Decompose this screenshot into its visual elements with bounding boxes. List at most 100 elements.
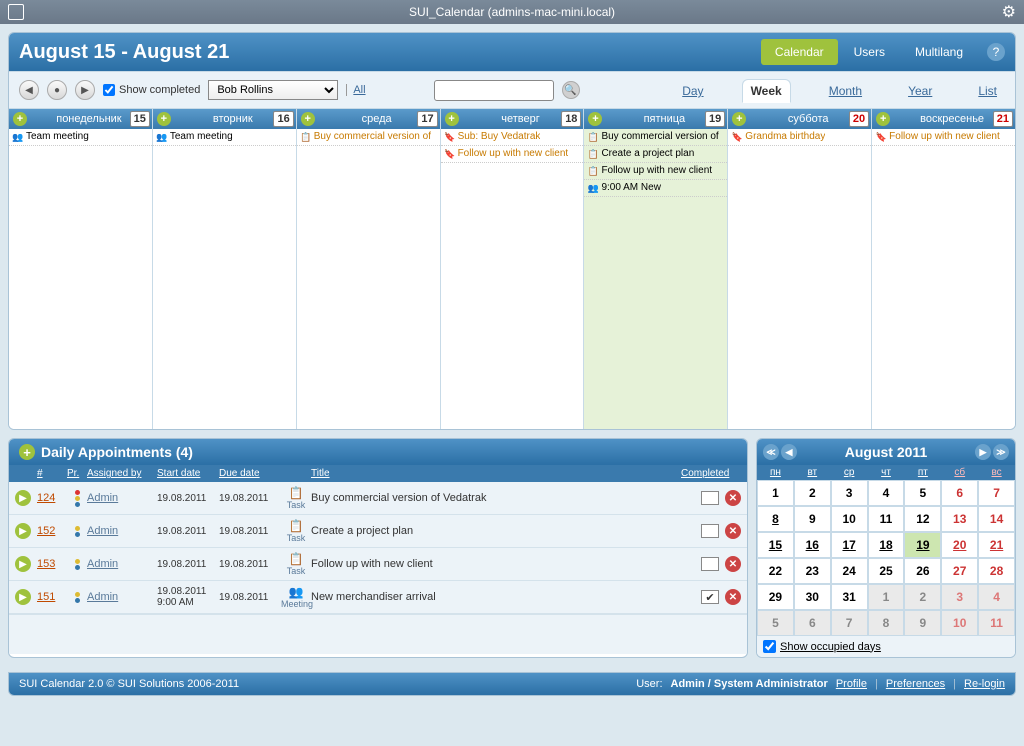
completed-checkbox[interactable] xyxy=(701,524,719,538)
day-column[interactable]: +понедельник15👥Team meeting xyxy=(9,109,153,429)
nav-prev-button[interactable]: ◀ xyxy=(19,80,39,100)
appointment-row[interactable]: ▶ 152 Admin 19.08.2011 19.08.2011 📋Task … xyxy=(9,515,747,548)
appt-id-link[interactable]: 153 xyxy=(37,558,67,570)
go-button[interactable]: ▶ xyxy=(15,523,31,539)
event-item[interactable]: 📋Buy commercial version of xyxy=(297,129,440,146)
mini-day-cell[interactable]: 25 xyxy=(868,558,905,584)
col-id[interactable]: # xyxy=(37,468,67,479)
mini-day-cell[interactable]: 7 xyxy=(831,610,868,636)
relogin-link[interactable]: Re-login xyxy=(964,678,1005,690)
appt-id-link[interactable]: 152 xyxy=(37,525,67,537)
help-icon[interactable]: ? xyxy=(987,43,1005,61)
add-event-button[interactable]: + xyxy=(13,112,27,126)
search-input[interactable] xyxy=(434,80,554,101)
mini-day-cell[interactable]: 23 xyxy=(794,558,831,584)
mini-day-cell[interactable]: 26 xyxy=(904,558,941,584)
day-column[interactable]: +воскресенье21🔖Follow up with new client xyxy=(872,109,1015,429)
show-completed-input[interactable] xyxy=(103,84,115,96)
event-item[interactable]: 👥Team meeting xyxy=(9,129,152,146)
tab-calendar[interactable]: Calendar xyxy=(761,39,838,65)
mini-day-cell[interactable]: 18 xyxy=(868,532,905,558)
mini-day-cell[interactable]: 11 xyxy=(868,506,905,532)
show-occupied-checkbox[interactable] xyxy=(763,640,776,653)
nav-next-button[interactable]: ▶ xyxy=(75,80,95,100)
col-pr[interactable]: Pr. xyxy=(67,468,87,479)
mini-day-cell[interactable]: 28 xyxy=(978,558,1015,584)
delete-button[interactable]: ✕ xyxy=(725,589,741,605)
mini-prev-year-button[interactable]: ≪ xyxy=(763,444,779,460)
mini-day-cell[interactable]: 2 xyxy=(904,584,941,610)
mini-day-cell[interactable]: 16 xyxy=(794,532,831,558)
event-item[interactable]: 📋Buy commercial version of xyxy=(584,129,727,146)
mini-day-cell[interactable]: 20 xyxy=(941,532,978,558)
appt-id-link[interactable]: 151 xyxy=(37,591,67,603)
day-column[interactable]: +среда17📋Buy commercial version of xyxy=(297,109,441,429)
mini-day-cell[interactable]: 9 xyxy=(794,506,831,532)
appt-id-link[interactable]: 124 xyxy=(37,492,67,504)
mini-day-cell[interactable]: 22 xyxy=(757,558,794,584)
search-button[interactable]: 🔍 xyxy=(562,81,580,99)
gear-icon[interactable]: ⚙ xyxy=(1002,2,1016,22)
mini-day-cell[interactable]: 30 xyxy=(794,584,831,610)
mini-day-cell[interactable]: 3 xyxy=(831,480,868,506)
view-day[interactable]: Day xyxy=(674,80,711,102)
mini-day-cell[interactable]: 12 xyxy=(904,506,941,532)
mini-day-cell[interactable]: 8 xyxy=(757,506,794,532)
add-event-button[interactable]: + xyxy=(301,112,315,126)
delete-button[interactable]: ✕ xyxy=(725,556,741,572)
event-item[interactable]: 👥9:00 AM New xyxy=(584,180,727,197)
show-completed-checkbox[interactable]: Show completed xyxy=(103,84,200,96)
mini-day-cell[interactable]: 6 xyxy=(794,610,831,636)
completed-checkbox[interactable] xyxy=(701,557,719,571)
mini-day-cell[interactable]: 17 xyxy=(831,532,868,558)
mini-day-cell[interactable]: 5 xyxy=(757,610,794,636)
event-item[interactable]: 🔖Sub: Buy Vedatrak xyxy=(441,129,584,146)
col-due[interactable]: Due date xyxy=(219,468,281,479)
day-column[interactable]: +пятница19📋Buy commercial version of📋Cre… xyxy=(584,109,728,429)
mini-next-year-button[interactable]: ≫ xyxy=(993,444,1009,460)
completed-checkbox[interactable] xyxy=(701,491,719,505)
nav-today-button[interactable]: ● xyxy=(47,80,67,100)
mini-day-cell[interactable]: 4 xyxy=(978,584,1015,610)
day-column[interactable]: +четверг18🔖Sub: Buy Vedatrak🔖Follow up w… xyxy=(441,109,585,429)
col-title[interactable]: Title xyxy=(311,468,681,479)
assigned-by-link[interactable]: Admin xyxy=(87,558,157,570)
mini-prev-month-button[interactable]: ◀ xyxy=(781,444,797,460)
mini-day-cell[interactable]: 4 xyxy=(868,480,905,506)
day-column[interactable]: +суббота20🔖Grandma birthday xyxy=(728,109,872,429)
mini-day-cell[interactable]: 29 xyxy=(757,584,794,610)
add-appointment-button[interactable]: + xyxy=(19,444,35,460)
mini-next-month-button[interactable]: ▶ xyxy=(975,444,991,460)
mini-day-cell[interactable]: 24 xyxy=(831,558,868,584)
add-event-button[interactable]: + xyxy=(732,112,746,126)
add-event-button[interactable]: + xyxy=(588,112,602,126)
go-button[interactable]: ▶ xyxy=(15,589,31,605)
mini-day-cell[interactable]: 6 xyxy=(941,480,978,506)
event-item[interactable]: 📋Create a project plan xyxy=(584,146,727,163)
event-item[interactable]: 📋Follow up with new client xyxy=(584,163,727,180)
mini-day-cell[interactable]: 31 xyxy=(831,584,868,610)
event-item[interactable]: 🔖Follow up with new client xyxy=(441,146,584,163)
view-week[interactable]: Week xyxy=(742,79,791,103)
event-item[interactable]: 👥Team meeting xyxy=(153,129,296,146)
mini-day-cell[interactable]: 10 xyxy=(831,506,868,532)
appointment-row[interactable]: ▶ 124 Admin 19.08.2011 19.08.2011 📋Task … xyxy=(9,482,747,515)
appointment-row[interactable]: ▶ 153 Admin 19.08.2011 19.08.2011 📋Task … xyxy=(9,548,747,581)
mini-day-cell[interactable]: 5 xyxy=(904,480,941,506)
delete-button[interactable]: ✕ xyxy=(725,523,741,539)
assigned-by-link[interactable]: Admin xyxy=(87,525,157,537)
mini-day-cell[interactable]: 7 xyxy=(978,480,1015,506)
mini-day-cell[interactable]: 2 xyxy=(794,480,831,506)
delete-button[interactable]: ✕ xyxy=(725,490,741,506)
appointment-row[interactable]: ▶ 151 Admin 19.08.20119:00 AM 19.08.2011… xyxy=(9,581,747,614)
mini-day-cell[interactable]: 19 xyxy=(904,532,941,558)
mini-day-cell[interactable]: 13 xyxy=(941,506,978,532)
view-month[interactable]: Month xyxy=(821,80,870,102)
tab-users[interactable]: Users xyxy=(840,39,899,65)
mini-day-cell[interactable]: 14 xyxy=(978,506,1015,532)
profile-link[interactable]: Profile xyxy=(836,678,867,690)
add-event-button[interactable]: + xyxy=(445,112,459,126)
mini-day-cell[interactable]: 1 xyxy=(757,480,794,506)
mini-day-cell[interactable]: 9 xyxy=(904,610,941,636)
view-year[interactable]: Year xyxy=(900,80,940,102)
